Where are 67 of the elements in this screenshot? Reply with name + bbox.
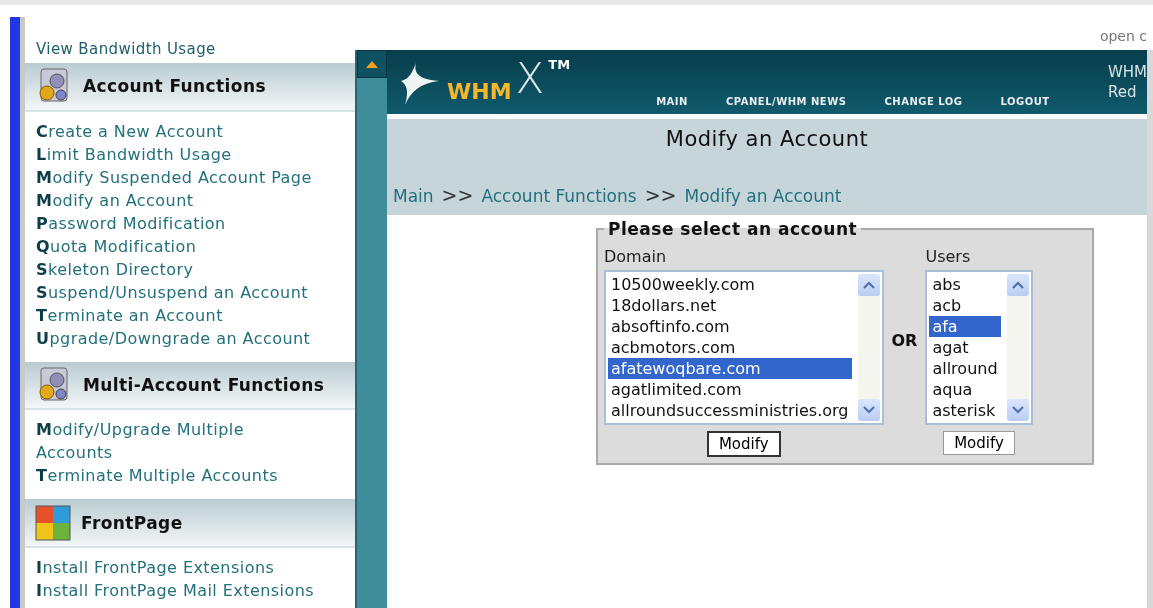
modify-button[interactable]: Modify bbox=[943, 431, 1015, 455]
breadcrumb-link[interactable]: Main bbox=[393, 186, 434, 206]
chevron-up-icon bbox=[862, 281, 875, 289]
panel-legend: Please select an account bbox=[604, 219, 862, 239]
sidebar-link[interactable]: Modify an Account bbox=[36, 188, 316, 212]
sidebar-link[interactable]: Suspend/Unsuspend an Account bbox=[36, 280, 316, 304]
list-option[interactable]: acbmotors.com bbox=[608, 337, 852, 358]
section-title: Account Functions bbox=[83, 76, 266, 97]
list-label: Users bbox=[925, 247, 971, 266]
logo-x: X bbox=[515, 57, 545, 101]
select-list[interactable]: 10500weekly.com 18dollars.net absoftinfo.com acbmotors.com afatewoqbare.com agatlimited.com allroundsuccessministries.org bbox=[604, 270, 884, 425]
nav-link[interactable]: CPANEL/WHM NEWS bbox=[725, 95, 847, 107]
list-option[interactable]: allround bbox=[929, 358, 1001, 379]
sidebar-link[interactable]: Create a New Account bbox=[36, 119, 316, 143]
list-option[interactable]: asterisk bbox=[929, 400, 1001, 421]
sidebar-link[interactable]: Password Modification bbox=[36, 211, 316, 235]
nav-link[interactable]: LOGOUT bbox=[1000, 95, 1050, 107]
scroll-up-button[interactable] bbox=[357, 50, 387, 78]
sidebar-link[interactable]: Modify/Upgrade Multiple Accounts bbox=[36, 418, 316, 465]
sidebar-link[interactable]: Limit Bandwidth Usage bbox=[36, 142, 316, 166]
list-option[interactable]: 18dollars.net bbox=[608, 295, 852, 316]
top-note: open c bbox=[1099, 28, 1147, 44]
breadcrumb-separator: >> bbox=[441, 184, 474, 206]
sidebar-link[interactable]: Install FrontPage Mail Extensions bbox=[36, 579, 316, 602]
breadcrumb-separator: >> bbox=[644, 184, 677, 206]
list-option[interactable]: agatlimited.com bbox=[608, 379, 852, 400]
sidebar-link[interactable]: Install FrontPage Extensions bbox=[36, 556, 316, 579]
list-option[interactable]: 10500weekly.com bbox=[608, 274, 852, 295]
logo-text: WHM bbox=[447, 79, 512, 104]
list-option[interactable]: agat bbox=[929, 337, 1001, 358]
or-label: OR bbox=[891, 331, 918, 350]
modify-button[interactable]: Modify bbox=[706, 431, 781, 457]
sidebar-link[interactable]: Skeleton Directory bbox=[36, 257, 316, 281]
list-option[interactable]: allroundsuccessministries.org bbox=[608, 400, 852, 421]
list-option[interactable]: aqua bbox=[929, 379, 1001, 400]
sidebar-link[interactable]: Terminate Multiple Accounts bbox=[36, 464, 316, 488]
breadcrumb-link[interactable]: Modify an Account bbox=[684, 186, 842, 206]
frame-scrollbar[interactable] bbox=[355, 50, 387, 608]
section-title: FrontPage bbox=[81, 512, 183, 533]
list-option[interactable]: acb bbox=[929, 295, 1001, 316]
breadcrumb-link[interactable]: Account Functions bbox=[481, 186, 637, 206]
sidebar-link[interactable]: Quota Modification bbox=[36, 234, 316, 258]
chevron-down-icon bbox=[862, 406, 875, 414]
scroll-down-button[interactable] bbox=[1006, 399, 1029, 421]
sidebar-link[interactable]: View Bandwidth Usage bbox=[25, 41, 355, 57]
triangle-up-icon bbox=[366, 60, 378, 68]
section-title: Multi-Account Functions bbox=[83, 375, 325, 395]
header-corner-text: Red bbox=[1107, 82, 1138, 102]
nav-link[interactable]: CHANGE LOG bbox=[884, 95, 963, 107]
scroll-up-button[interactable] bbox=[857, 274, 880, 296]
nav-link[interactable]: MAIN bbox=[656, 95, 688, 107]
list-label: Domain bbox=[604, 247, 667, 266]
chevron-up-icon bbox=[1011, 281, 1024, 289]
list-option[interactable]: afatewoqbare.com bbox=[608, 358, 852, 379]
scroll-down-button[interactable] bbox=[857, 399, 880, 421]
scroll-up-button[interactable] bbox=[1006, 274, 1029, 296]
chevron-down-icon bbox=[1011, 406, 1024, 414]
list-option[interactable]: abs bbox=[929, 274, 1001, 295]
sidebar-link[interactable]: Upgrade/Downgrade an Account bbox=[36, 326, 316, 350]
list-option[interactable]: afa bbox=[929, 316, 1001, 337]
trademark: TM bbox=[548, 57, 571, 72]
page-title: Modify an Account bbox=[665, 127, 869, 151]
list-option[interactable]: absoftinfo.com bbox=[608, 316, 852, 337]
sidebar-link[interactable]: Modify Suspended Account Page bbox=[36, 165, 316, 189]
sidebar-link[interactable]: Terminate an Account bbox=[36, 303, 316, 327]
header-corner-text: WHM bbox=[1107, 62, 1147, 82]
select-list[interactable]: abs acb afa agat allround aqua asterisk bbox=[925, 270, 1033, 425]
